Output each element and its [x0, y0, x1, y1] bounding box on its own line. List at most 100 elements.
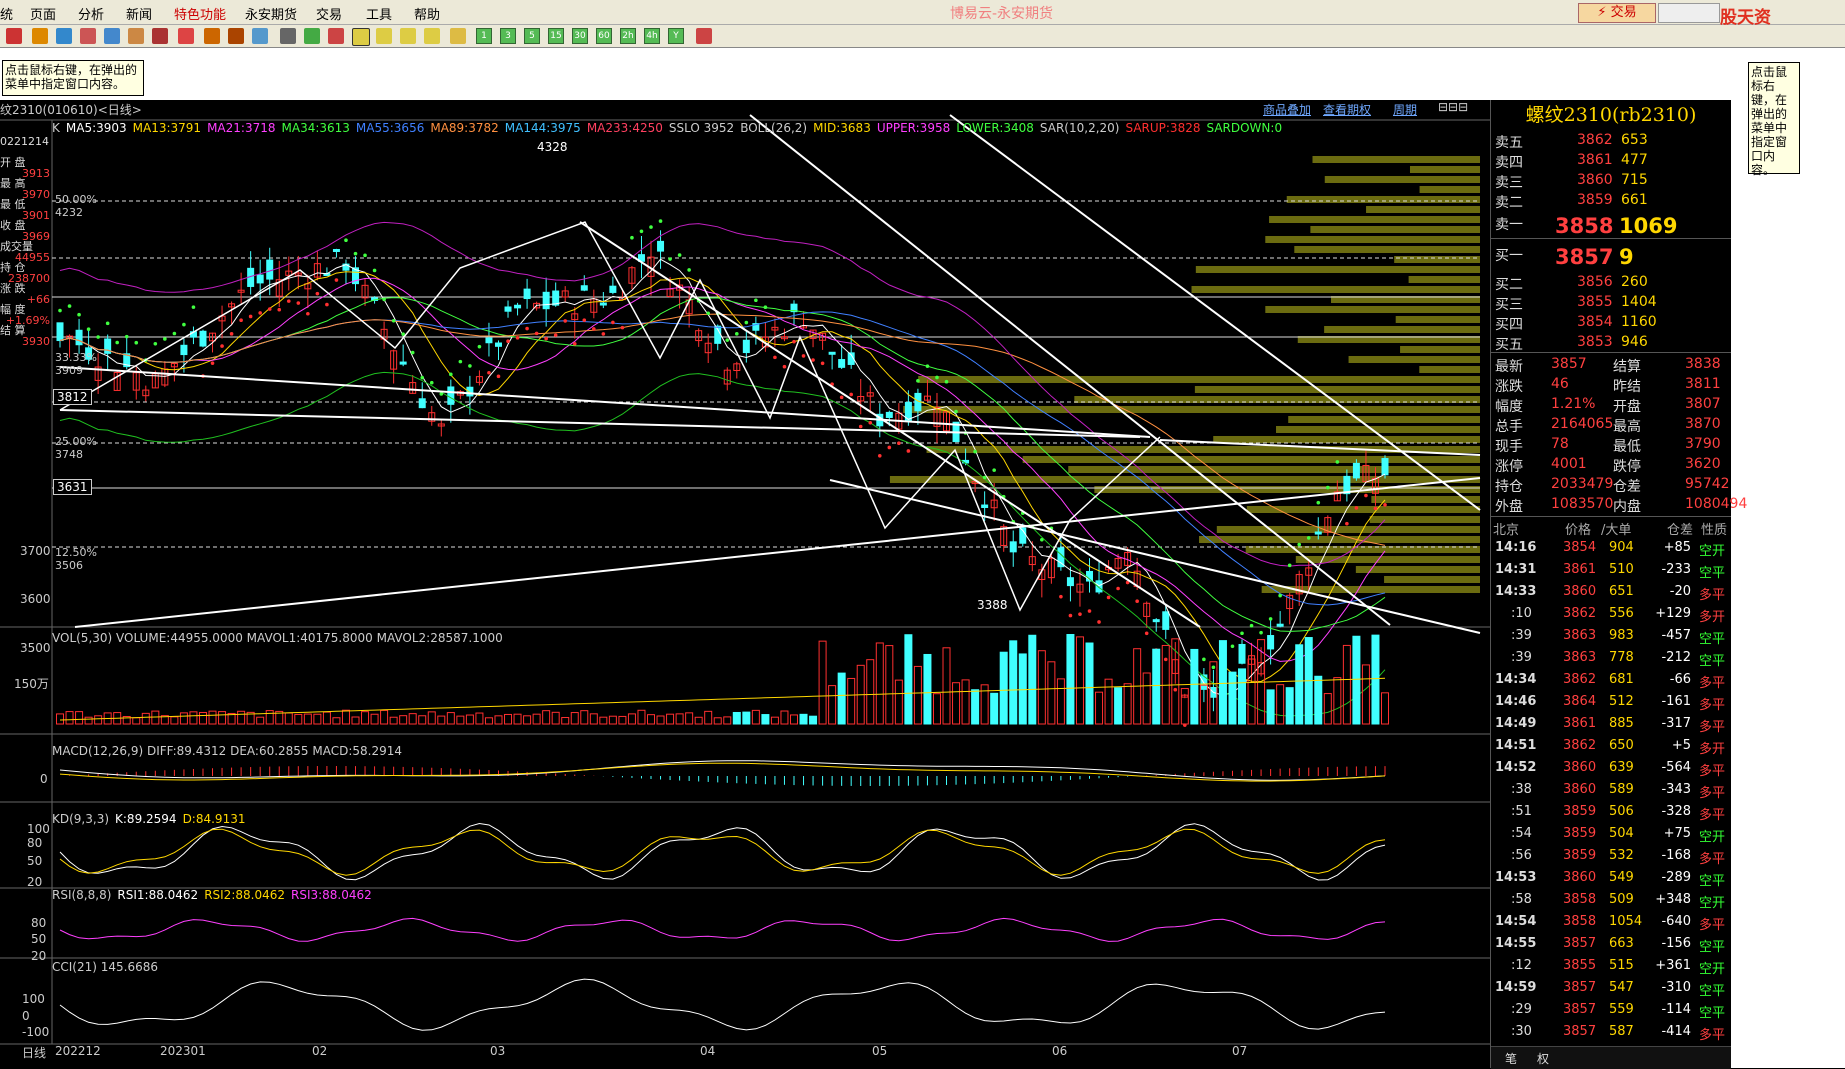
tab-ticks[interactable]: 笔	[1505, 1050, 1517, 1067]
period-link[interactable]: 周期	[1393, 101, 1417, 118]
period-60-icon[interactable]: 60	[596, 28, 612, 44]
chart-icon[interactable]	[80, 28, 96, 44]
volume-bar	[1295, 644, 1304, 725]
period-30-icon[interactable]: 30	[572, 28, 588, 44]
tick-period-icon[interactable]	[450, 28, 466, 44]
day-period-icon[interactable]	[352, 28, 370, 46]
sar-dot	[496, 374, 501, 379]
pin-icon[interactable]	[228, 28, 244, 44]
period-2h-icon[interactable]: 2h	[620, 28, 636, 44]
star-icon[interactable]	[152, 28, 168, 44]
volume-bar	[532, 713, 541, 725]
indicator-value: RSI3:88.0462	[290, 888, 372, 902]
tick-nature: 空开	[1699, 544, 1726, 559]
sar-dot	[1373, 506, 1378, 511]
volume-bar	[885, 645, 894, 725]
year-period-icon[interactable]	[424, 28, 440, 44]
news-icon[interactable]	[128, 28, 144, 44]
watch-icon[interactable]	[104, 28, 120, 44]
compare-overlay-link[interactable]: 商品叠加	[1263, 101, 1311, 118]
tick-row: :29 3857 559 -114 空平	[1491, 1000, 1731, 1022]
candle-body	[256, 274, 264, 284]
menu-item-trade[interactable]: 交易	[316, 4, 342, 23]
indicator-value: LOWER:3408	[956, 121, 1034, 135]
quote-sidebar-row: 收 盘 3969	[0, 220, 50, 242]
sar-dot	[677, 253, 682, 257]
ask-row-cell: 3861	[1577, 152, 1613, 168]
tick-volume: 983	[1609, 628, 1634, 643]
stat-row: 总手 2164065 最高 3870	[1491, 414, 1731, 435]
indicator-value: UPPER:3958	[876, 121, 951, 135]
new-icon[interactable]	[252, 28, 268, 44]
kline-chart[interactable]	[0, 100, 1490, 1068]
menu-item-help[interactable]: 帮助	[414, 4, 440, 23]
volume-bar	[322, 711, 331, 725]
tick-time: 14:34	[1495, 672, 1537, 687]
period-5-icon[interactable]: 5	[524, 28, 540, 44]
tick-volume: 681	[1609, 672, 1634, 687]
menu-item-page[interactable]: 页面	[30, 4, 56, 23]
tab-rights[interactable]: 权	[1537, 1050, 1549, 1067]
secondary-button[interactable]	[1658, 3, 1720, 23]
trade-button[interactable]: ⚡ 交易	[1578, 3, 1656, 23]
brush-icon[interactable]	[204, 28, 220, 44]
chart-area[interactable]: 纹2310(010610)<日线> 商品叠加 查看期权 周期 ⊟⊟⊟ K MA5:…	[0, 100, 1490, 1068]
calendar-icon[interactable]	[696, 28, 712, 44]
stat-row-cell: 95742	[1685, 476, 1730, 492]
tick-time: 14:33	[1495, 584, 1537, 599]
tick-row: 14:55 3857 663 -156 空平	[1491, 934, 1731, 956]
home-icon[interactable]	[6, 28, 22, 44]
sar-dot	[1059, 594, 1063, 599]
menu-item-features[interactable]: 特色功能	[174, 4, 226, 23]
menu-item-cut[interactable]: 统	[0, 4, 13, 23]
month-period-icon[interactable]	[400, 28, 416, 44]
volume-bar	[1381, 692, 1389, 725]
minute-chart-icon[interactable]	[304, 28, 320, 44]
table-icon[interactable]	[280, 28, 296, 44]
volume-bar	[1028, 634, 1037, 725]
period-1-icon[interactable]: 1	[476, 28, 492, 44]
period-15-icon[interactable]: 15	[548, 28, 564, 44]
volume-bar	[1333, 677, 1342, 725]
window-controls[interactable]: ⊟⊟⊟	[1438, 100, 1468, 114]
tick-time: :56	[1511, 848, 1532, 863]
period-custom-icon[interactable]: Y	[668, 28, 684, 44]
period-3-icon[interactable]: 3	[500, 28, 516, 44]
candle-body	[447, 386, 455, 405]
candle-body	[828, 351, 836, 355]
volume-profile-bar	[1276, 426, 1480, 433]
volume-bar	[789, 714, 798, 725]
volume-bar	[828, 685, 837, 725]
menu-item-analysis[interactable]: 分析	[78, 4, 104, 23]
volume-bar	[589, 713, 598, 725]
candle-body	[399, 361, 407, 365]
sar-dot	[1345, 521, 1349, 526]
menu-item-tools[interactable]: 工具	[366, 4, 392, 23]
folder-icon[interactable]	[32, 28, 48, 44]
menu-item-yongan[interactable]: 永安期货	[245, 4, 297, 23]
tick-nature: 多平	[1699, 676, 1726, 691]
tick-volume: 639	[1609, 760, 1634, 775]
ask-row-cell: 3859	[1577, 192, 1613, 208]
indicator-value: SARDOWN:0	[1206, 121, 1283, 135]
bid-row-cell: 3853	[1577, 334, 1613, 350]
view-options-link[interactable]: 查看期权	[1323, 101, 1371, 118]
sar-dot	[992, 468, 996, 472]
date-axis-label: 202212	[55, 1044, 101, 1058]
period-4h-icon[interactable]: 4h	[644, 28, 660, 44]
sar-dot	[649, 225, 653, 229]
volume-profile-bar	[1312, 156, 1480, 163]
kd-axis-label: 80	[27, 836, 43, 850]
bid1-row-cell: 9	[1619, 245, 1634, 269]
tick-nature: 空平	[1699, 984, 1726, 999]
menu-item-news[interactable]: 新闻	[126, 4, 152, 23]
stat-row-cell: 46	[1551, 376, 1569, 392]
stat-row-cell: 开盘	[1613, 399, 1641, 415]
volume-profile-bar	[1400, 346, 1480, 353]
volume-bar	[818, 640, 827, 725]
kline-icon[interactable]	[328, 28, 344, 44]
week-period-icon[interactable]	[376, 28, 392, 44]
pen-icon[interactable]	[178, 28, 194, 44]
quote-sidebar-val: 3930	[22, 335, 50, 348]
layout-icon[interactable]	[56, 28, 72, 44]
